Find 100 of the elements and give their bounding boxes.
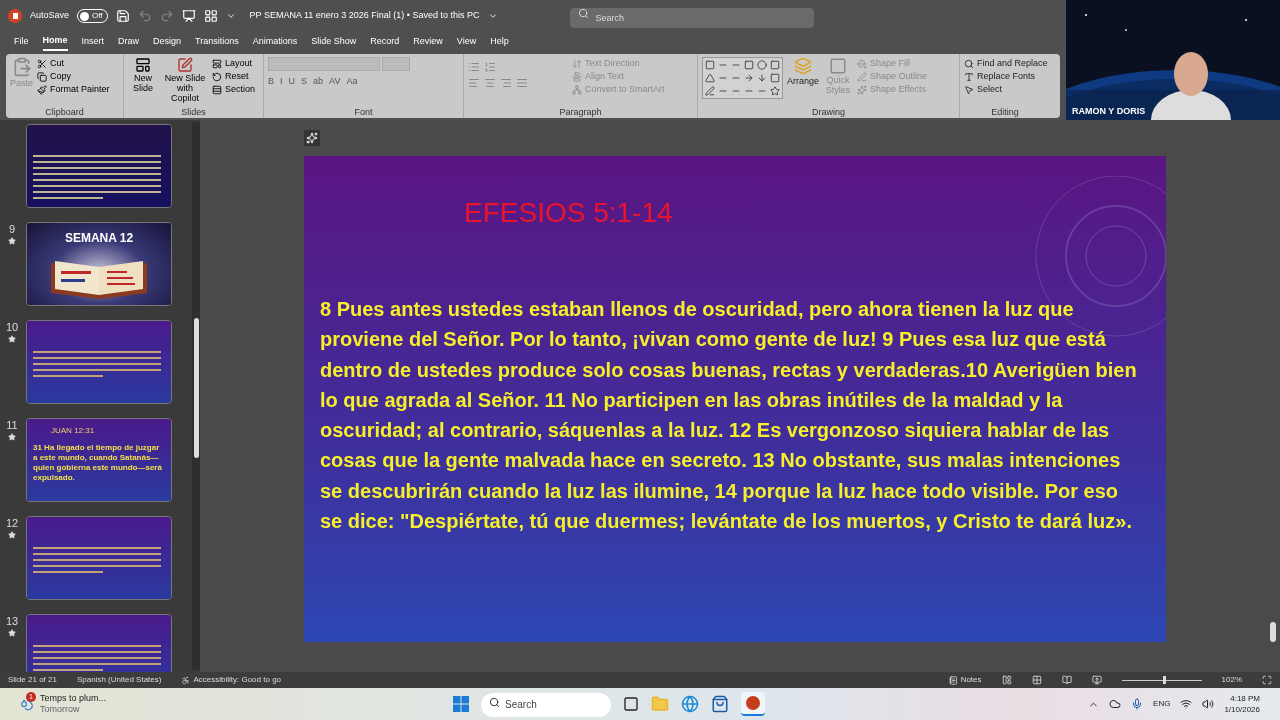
slide-thumbnail[interactable]: [26, 516, 172, 600]
slide-number: 10: [5, 322, 19, 333]
shape-format-icon: [857, 58, 868, 69]
font-field[interactable]: [268, 57, 380, 71]
customize-icon[interactable]: [225, 11, 236, 21]
group-label: Font: [353, 106, 374, 118]
autosave-label: AutoSave: [30, 9, 70, 23]
slide-thumbnail[interactable]: SEMANA 12: [26, 222, 172, 306]
menu-tab[interactable]: Insert: [81, 33, 105, 51]
shape-icon: [757, 73, 767, 83]
task-view-icon[interactable]: [623, 696, 640, 712]
editing-button[interactable]: Replace Fonts: [964, 70, 1048, 83]
new-slide-icon: [135, 57, 151, 73]
paragraph-option-icon: [572, 58, 582, 69]
zoom-slider[interactable]: [1121, 676, 1202, 684]
slide-thumbnail[interactable]: [26, 320, 172, 404]
slide-count: Slide 21 of 21: [8, 674, 57, 686]
font-style-button[interactable]: Aa: [346, 75, 358, 89]
layout-icon[interactable]: [203, 9, 218, 23]
shape-icon: [744, 73, 754, 83]
rain-icon: [20, 697, 34, 711]
new-slide-button[interactable]: New Slide: [128, 57, 158, 93]
new-slide-copilot-button[interactable]: New Slide with Copilot: [162, 57, 208, 103]
start-icon[interactable]: [453, 696, 470, 712]
arrange-button[interactable]: Arrange: [787, 57, 820, 89]
wifi-icon[interactable]: [1180, 698, 1193, 710]
volume-icon[interactable]: [1202, 698, 1215, 710]
editing-icon: [964, 84, 974, 95]
menu-tab[interactable]: Help: [490, 33, 509, 51]
menu-tab[interactable]: Record: [370, 33, 400, 51]
font-style-button[interactable]: S: [301, 75, 308, 89]
menu-tab[interactable]: Slide Show: [311, 33, 357, 51]
slideshow-icon[interactable]: [181, 9, 196, 23]
cloud-icon[interactable]: [1109, 698, 1122, 710]
font-style-button[interactable]: ab: [313, 75, 324, 89]
slide-thumbnail[interactable]: [26, 124, 172, 208]
slide-title: SEMANA 12: [64, 230, 134, 247]
save-icon[interactable]: [115, 9, 130, 23]
taskbar-search[interactable]: Search: [481, 692, 612, 717]
font-style-button[interactable]: B: [268, 75, 274, 89]
fit-icon[interactable]: [1262, 675, 1272, 685]
editing-button[interactable]: Find and Replace: [964, 57, 1048, 70]
section-button[interactable]: Section: [212, 83, 256, 96]
store-icon[interactable]: [711, 695, 730, 713]
browser-icon[interactable]: [681, 695, 700, 713]
sorter-view-icon[interactable]: [1031, 675, 1042, 685]
copy-icon: [37, 71, 47, 82]
shapes-gallery[interactable]: [702, 57, 783, 99]
chevron-icon[interactable]: [487, 11, 498, 21]
slide-number: 13: [5, 616, 19, 627]
notes-button[interactable]: Notes: [948, 674, 982, 686]
scissors-icon: [37, 58, 47, 69]
powerpoint-taskbar-icon[interactable]: [741, 692, 766, 716]
group-label: Editing: [990, 106, 1020, 118]
menu-tab[interactable]: View: [456, 33, 477, 51]
document-title: PP SEMANA 11 enero 3 2026 Final (1) • Saved to this PC: [249, 9, 480, 23]
reset-icon: [212, 71, 222, 82]
normal-view-icon[interactable]: [1001, 675, 1012, 685]
menu-tab[interactable]: Transitions: [195, 33, 239, 51]
menu-tab[interactable]: Review: [413, 33, 443, 51]
layout-button[interactable]: Layout: [212, 57, 256, 70]
editing-button[interactable]: Select: [964, 83, 1048, 96]
star-icon: [8, 335, 16, 343]
copy-button[interactable]: Copy: [37, 70, 110, 83]
slideshow-icon[interactable]: [1091, 675, 1102, 685]
designer-icon[interactable]: [304, 130, 320, 146]
star-icon: [8, 629, 16, 637]
accessibility-status[interactable]: Accessibility: Good to go: [181, 674, 282, 686]
reset-button[interactable]: Reset: [212, 70, 256, 83]
cut-button[interactable]: Cut: [37, 57, 110, 70]
zoom-level: 102%: [1221, 674, 1242, 686]
slide-text: 8 Pues antes ustedes estaban llenos de oscuridad, pero ahora tienen la luz que proviene del Señor. Por lo tanto, ¡vivan como gente de luz! 9 Pues esa luz que está dentro de ustedes produce solo cosas buenas, rectas y verdaderas.10 Averigüen bien lo que agrada al Señor. 11 No participen en las obras inútiles de la maldad y la oscuridad; al contrario, sáquenlas a la luz. 12 Es vergonzoso siquiera hablar de las cosas que la gente malvada hace en secreto. 13 No obstante, sus malas intenciones se descubrirán cuando la luz las ilumine, 14 porque la luz hace todo visible. Por eso se dice: "Despiértate, tú que duermes; levántate de los muertos, y Cristo te dará luz».: [320, 297, 1138, 535]
weather-title: Temps to plum...: [40, 693, 107, 704]
reading-view-icon[interactable]: [1061, 675, 1072, 685]
menu-tab[interactable]: Design: [153, 33, 182, 51]
input-language[interactable]: ENG: [1153, 698, 1171, 710]
slide-number: 9: [8, 224, 16, 235]
group-label: Drawing: [811, 106, 846, 118]
paragraph-option-icon: [572, 71, 582, 82]
font-size-field[interactable]: [382, 57, 410, 71]
font-style-button[interactable]: I: [280, 75, 283, 89]
app-logo-icon: [746, 696, 761, 710]
group-label: Paragraph: [558, 106, 603, 118]
menu-tab[interactable]: File: [14, 33, 29, 51]
layout-icon: [212, 58, 222, 69]
shape-format-icon: [857, 71, 868, 82]
star-icon: [8, 237, 16, 245]
menu-tab[interactable]: Home: [42, 33, 68, 51]
menu-tab[interactable]: Animations: [252, 33, 298, 51]
clock[interactable]: 4:18 PM 1/10/2026: [1224, 693, 1260, 715]
format-painter-button[interactable]: Format Painter: [37, 83, 110, 96]
slide-title: EFESIOS 5:1-14: [464, 197, 673, 228]
font-style-button[interactable]: U: [288, 75, 296, 89]
microphone-icon[interactable]: [1131, 698, 1144, 710]
font-style-button[interactable]: AV: [329, 75, 341, 89]
notes-icon: [948, 675, 958, 685]
menu-tab[interactable]: Draw: [118, 33, 140, 51]
search-field[interactable]: Search: [569, 8, 814, 28]
slide-thumbnail[interactable]: JUAN 12:31 31 Ha llegado el tiempo de juzgar a este mundo, cuando Satanás—quien gobierna este mundo—será expulsado.: [26, 418, 172, 502]
app-logo-icon: [8, 9, 22, 23]
